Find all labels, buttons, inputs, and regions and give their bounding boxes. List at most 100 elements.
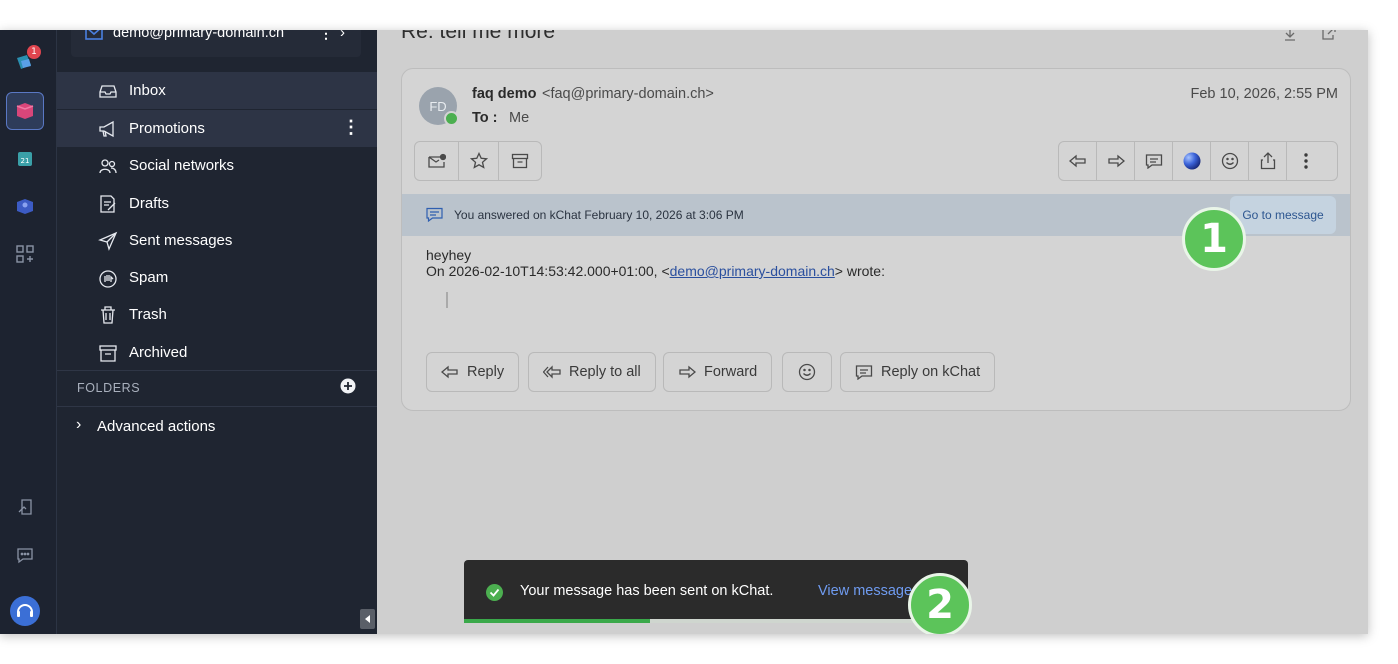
advanced-actions-toggle[interactable]: Advanced actions — [97, 418, 215, 435]
sidebar-item-spam[interactable]: Spam — [57, 259, 377, 296]
contacts-app-icon[interactable] — [6, 187, 44, 225]
reply-all-button[interactable]: Reply to all — [528, 352, 656, 392]
reply-all-button-label: Reply to all — [569, 364, 641, 380]
mail-app-icon[interactable] — [6, 92, 44, 130]
reply-toolbar-button[interactable] — [1059, 142, 1097, 180]
emoji-icon — [1221, 152, 1238, 170]
chat-bubble-icon — [1145, 154, 1162, 169]
megaphone-icon — [99, 120, 114, 138]
chevron-right-icon[interactable]: › — [340, 30, 345, 41]
send-icon — [98, 231, 118, 251]
reply-icon — [441, 365, 458, 379]
inbox-icon — [99, 85, 117, 98]
chevron-right-icon[interactable]: › — [76, 416, 81, 434]
sidebar-item-label: Archived — [129, 344, 188, 361]
sidebar-item-label: Trash — [129, 306, 167, 323]
sidebar-item-sent[interactable]: Sent messages — [57, 222, 377, 259]
more-vertical-icon — [1304, 153, 1308, 169]
help-headset-icon[interactable] — [6, 592, 44, 630]
sidebar-item-promotions[interactable]: Promotions ⋮ — [57, 110, 377, 147]
quote-email-link[interactable]: demo@primary-domain.ch — [670, 263, 835, 279]
mail-envelope-icon — [85, 30, 103, 40]
forward-toolbar-button[interactable] — [1097, 142, 1135, 180]
reply-icon — [1068, 154, 1086, 168]
sidebar-item-trash[interactable]: Trash — [57, 296, 377, 333]
spam-icon — [99, 270, 117, 288]
forward-button[interactable]: Forward — [663, 352, 773, 392]
sidebar-item-drafts[interactable]: Drafts — [57, 185, 377, 222]
react-button[interactable] — [782, 352, 832, 392]
reply-button[interactable]: Reply — [426, 352, 520, 392]
share-icon — [1260, 152, 1275, 170]
sidebar-item-social-networks[interactable]: Social networks — [57, 147, 377, 184]
success-check-icon — [486, 584, 503, 601]
archive-button[interactable] — [499, 142, 541, 180]
ai-orb-icon — [1183, 152, 1200, 170]
feedback-icon[interactable] — [6, 488, 44, 526]
toast-progress-bar — [464, 619, 968, 623]
message-pane: Re: tell me more FD faq demo <faq@primar… — [377, 30, 1368, 634]
verified-check-icon — [444, 111, 459, 126]
toast-progress-fill — [464, 619, 651, 623]
archive-icon — [99, 345, 117, 362]
reply-kchat-button-label: Reply on kChat — [881, 364, 981, 380]
mail-sidebar: demo@primary-domain.ch ⋮ › Inbox Promoti… — [57, 30, 377, 634]
app-rail: 1 21 — [0, 30, 57, 634]
step-marker-1: 1 — [1182, 207, 1246, 271]
share-toolbar-button[interactable] — [1249, 142, 1287, 180]
sidebar-item-inbox[interactable]: Inbox — [57, 72, 377, 109]
kchat-notice-text: You answered on kChat February 10, 2026 … — [454, 208, 744, 222]
app-window: 1 21 demo@primary-domain.ch ⋮ › Inbox Pr… — [0, 30, 1368, 634]
sidebar-item-label: Social networks — [129, 157, 235, 174]
star-button[interactable] — [459, 142, 499, 180]
sender-email[interactable]: <faq@primary-domain.ch> — [542, 86, 714, 102]
open-external-icon[interactable] — [1321, 30, 1337, 41]
svg-text:21: 21 — [21, 157, 30, 165]
sender-name[interactable]: faq demo — [472, 86, 536, 102]
reply-button-label: Reply — [467, 364, 505, 380]
recipient[interactable]: Me — [509, 110, 529, 126]
chat-bubble-icon — [426, 207, 443, 222]
star-icon — [469, 152, 488, 169]
account-more-icon[interactable]: ⋮ — [319, 30, 333, 42]
sidebar-item-label: Inbox — [129, 82, 166, 99]
reply-all-icon — [543, 365, 561, 379]
add-folder-icon[interactable] — [340, 378, 356, 394]
quote-bar — [446, 292, 448, 308]
add-app-icon[interactable] — [6, 235, 44, 273]
reply-kchat-button[interactable]: Reply on kChat — [840, 352, 996, 392]
message-date: Feb 10, 2026, 2:55 PM — [1190, 86, 1338, 102]
sidebar-item-label: Spam — [129, 269, 169, 286]
emoji-icon — [798, 363, 816, 381]
message-subject: Re: tell me more — [401, 30, 556, 43]
toast-message: Your message has been sent on kChat. — [520, 583, 774, 599]
view-message-link[interactable]: View message — [818, 583, 912, 599]
mail-unread-icon — [427, 153, 446, 168]
message-body-line: heyhey — [426, 247, 472, 263]
account-switcher[interactable]: demo@primary-domain.ch ⋮ › — [71, 30, 361, 57]
ai-assistant-button[interactable] — [1173, 142, 1211, 180]
promotions-more-icon[interactable]: ⋮ — [342, 117, 360, 138]
reply-kchat-toolbar-button[interactable] — [1135, 142, 1173, 180]
divider — [57, 406, 377, 407]
toast-notification: Your message has been sent on kChat. Vie… — [464, 560, 968, 623]
reaction-toolbar-button[interactable] — [1211, 142, 1249, 180]
to-label: To : — [472, 110, 498, 126]
draft-icon — [100, 195, 116, 213]
more-actions-button[interactable] — [1287, 142, 1325, 180]
sidebar-item-archived[interactable]: Archived — [57, 334, 377, 371]
mark-unread-button[interactable] — [415, 142, 459, 180]
quote-header: On 2026-02-10T14:53:42.000+01:00, <demo@… — [426, 263, 885, 279]
forward-button-label: Forward — [704, 364, 758, 380]
calendar-app-icon[interactable]: 21 — [6, 140, 44, 178]
folders-heading: FOLDERS — [77, 381, 141, 395]
go-to-message-button[interactable]: Go to message — [1230, 196, 1336, 234]
minimize-icon[interactable] — [1282, 30, 1298, 41]
divider — [57, 370, 377, 371]
collapse-sidebar-button[interactable] — [360, 609, 375, 629]
caret-left-icon — [364, 615, 370, 623]
chat-support-icon[interactable] — [6, 536, 44, 574]
account-email: demo@primary-domain.ch — [113, 30, 285, 41]
people-icon — [99, 159, 117, 174]
sidebar-item-label: Drafts — [129, 195, 170, 212]
